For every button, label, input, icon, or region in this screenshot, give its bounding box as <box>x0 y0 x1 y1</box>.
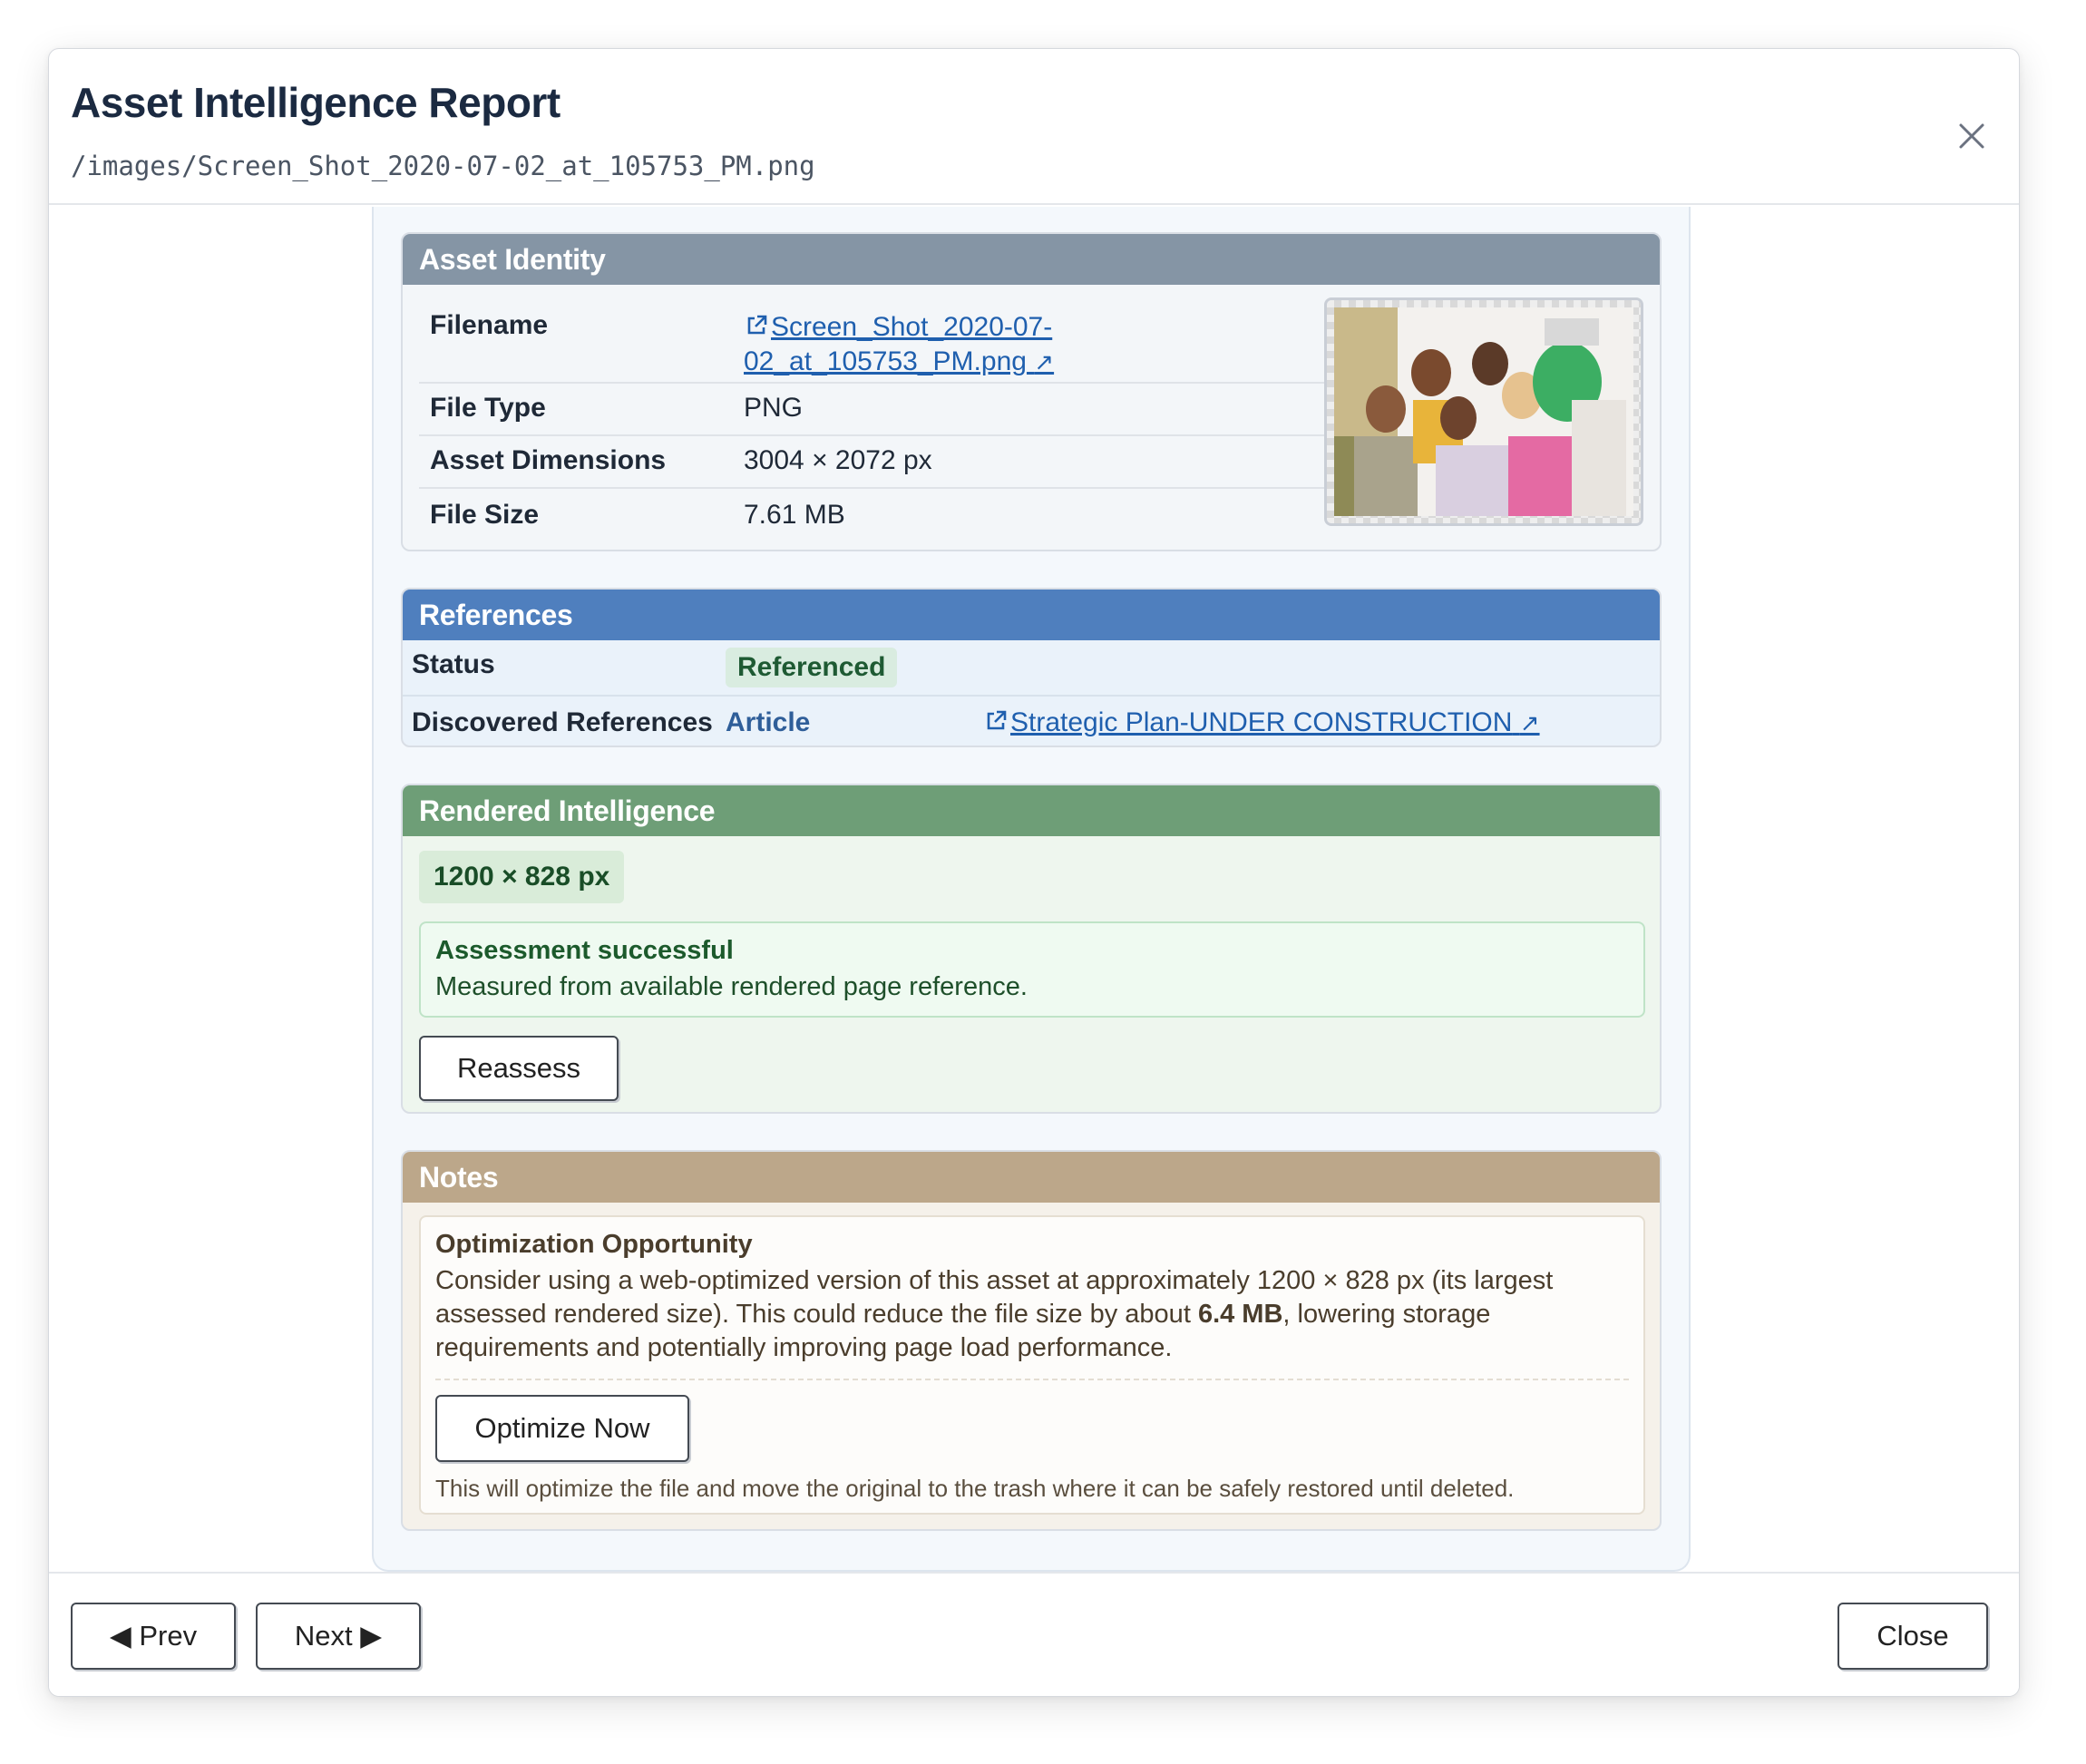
note-divider <box>435 1379 1629 1380</box>
references-heading: References <box>403 590 1660 640</box>
table-row: File Type PNG <box>419 383 1326 436</box>
report-panel: Asset Identity Filename Screen_Shot_2020… <box>372 207 1691 1572</box>
external-link-icon <box>747 315 767 335</box>
optimize-footnote: This will optimize the file and move the… <box>435 1475 1515 1502</box>
reference-link[interactable]: Strategic Plan-UNDER CONSTRUCTION ↗ <box>983 707 1540 738</box>
rendered-dimensions-badge: 1200 × 828 px <box>419 851 625 903</box>
filename-cell: Screen_Shot_2020-07-02_at_105753_PM.png … <box>744 297 1326 384</box>
filetype-label: File Type <box>419 383 744 436</box>
asset-thumbnail[interactable] <box>1324 297 1643 526</box>
modal-header: Asset Intelligence Report /images/Screen… <box>49 49 2019 205</box>
close-icon[interactable] <box>1948 112 1995 160</box>
status-badge: Referenced <box>726 648 898 687</box>
status-row: Status Referenced <box>403 640 1660 697</box>
filesize-label: File Size <box>430 500 540 530</box>
optimize-now-button[interactable]: Optimize Now <box>435 1395 689 1462</box>
note-title: Optimization Opportunity <box>435 1230 753 1259</box>
table-row: Filename Screen_Shot_2020-07-02_at_10575… <box>419 297 1326 384</box>
reference-title: Strategic Plan-UNDER CONSTRUCTION <box>1010 707 1513 737</box>
filetype-value: PNG <box>744 383 1326 436</box>
filename-text: Screen_Shot_2020-07-02_at_105753_PM.png <box>744 312 1053 376</box>
asset-identity-card: Asset Identity Filename Screen_Shot_2020… <box>401 232 1662 551</box>
discovered-label: Discovered References <box>412 707 713 737</box>
external-link-icon <box>987 710 1007 730</box>
identity-table: Filename Screen_Shot_2020-07-02_at_10575… <box>419 297 1326 543</box>
optimization-note: Optimization Opportunity Consider using … <box>419 1215 1645 1515</box>
references-card: References Status Referenced Discovered … <box>401 588 1662 747</box>
note-text: Consider using a web-optimized version o… <box>435 1264 1614 1365</box>
status-label: Status <box>412 649 495 679</box>
arrow-ne-icon: ↗ <box>1519 709 1540 736</box>
filesize-value: 7.61 MB <box>744 500 845 530</box>
filename-link[interactable]: Screen_Shot_2020-07-02_at_105753_PM.png … <box>744 310 1106 379</box>
modal-footer: ◀ Prev Next ▶ Close <box>49 1572 2019 1696</box>
dimensions-value: 3004 × 2072 px <box>744 435 1326 489</box>
success-message: Measured from available rendered page re… <box>435 972 1028 1001</box>
notes-heading: Notes <box>403 1152 1660 1203</box>
table-row: File Size 7.61 MB <box>419 488 1326 543</box>
reference-type: Article <box>726 707 811 737</box>
reassess-button[interactable]: Reassess <box>419 1036 619 1101</box>
modal-title: Asset Intelligence Report <box>71 79 560 126</box>
arrow-ne-icon: ↗ <box>1034 348 1055 375</box>
notes-card: Notes Optimization Opportunity Consider … <box>401 1150 1662 1531</box>
asset-path: /images/Screen_Shot_2020-07-02_at_105753… <box>71 151 815 181</box>
savings-amount: 6.4 MB <box>1197 1300 1283 1329</box>
next-button[interactable]: Next ▶ <box>256 1603 421 1670</box>
close-button[interactable]: Close <box>1837 1603 1988 1670</box>
assessment-success-box: Assessment successful Measured from avai… <box>419 921 1645 1018</box>
asset-identity-heading: Asset Identity <box>403 234 1660 285</box>
asset-report-modal: Asset Intelligence Report /images/Screen… <box>48 48 2020 1697</box>
rendered-heading: Rendered Intelligence <box>403 785 1660 836</box>
rendered-intelligence-card: Rendered Intelligence 1200 × 828 px Asse… <box>401 784 1662 1114</box>
filename-label: Filename <box>419 297 744 384</box>
table-row: Asset Dimensions 3004 × 2072 px <box>419 435 1326 489</box>
prev-button[interactable]: ◀ Prev <box>71 1603 236 1670</box>
discovered-references-row: Discovered References Article Strategic … <box>403 697 1660 746</box>
success-title: Assessment successful <box>435 936 734 965</box>
dimensions-label: Asset Dimensions <box>419 435 744 489</box>
modal-content[interactable]: Asset Identity Filename Screen_Shot_2020… <box>49 205 2019 1572</box>
